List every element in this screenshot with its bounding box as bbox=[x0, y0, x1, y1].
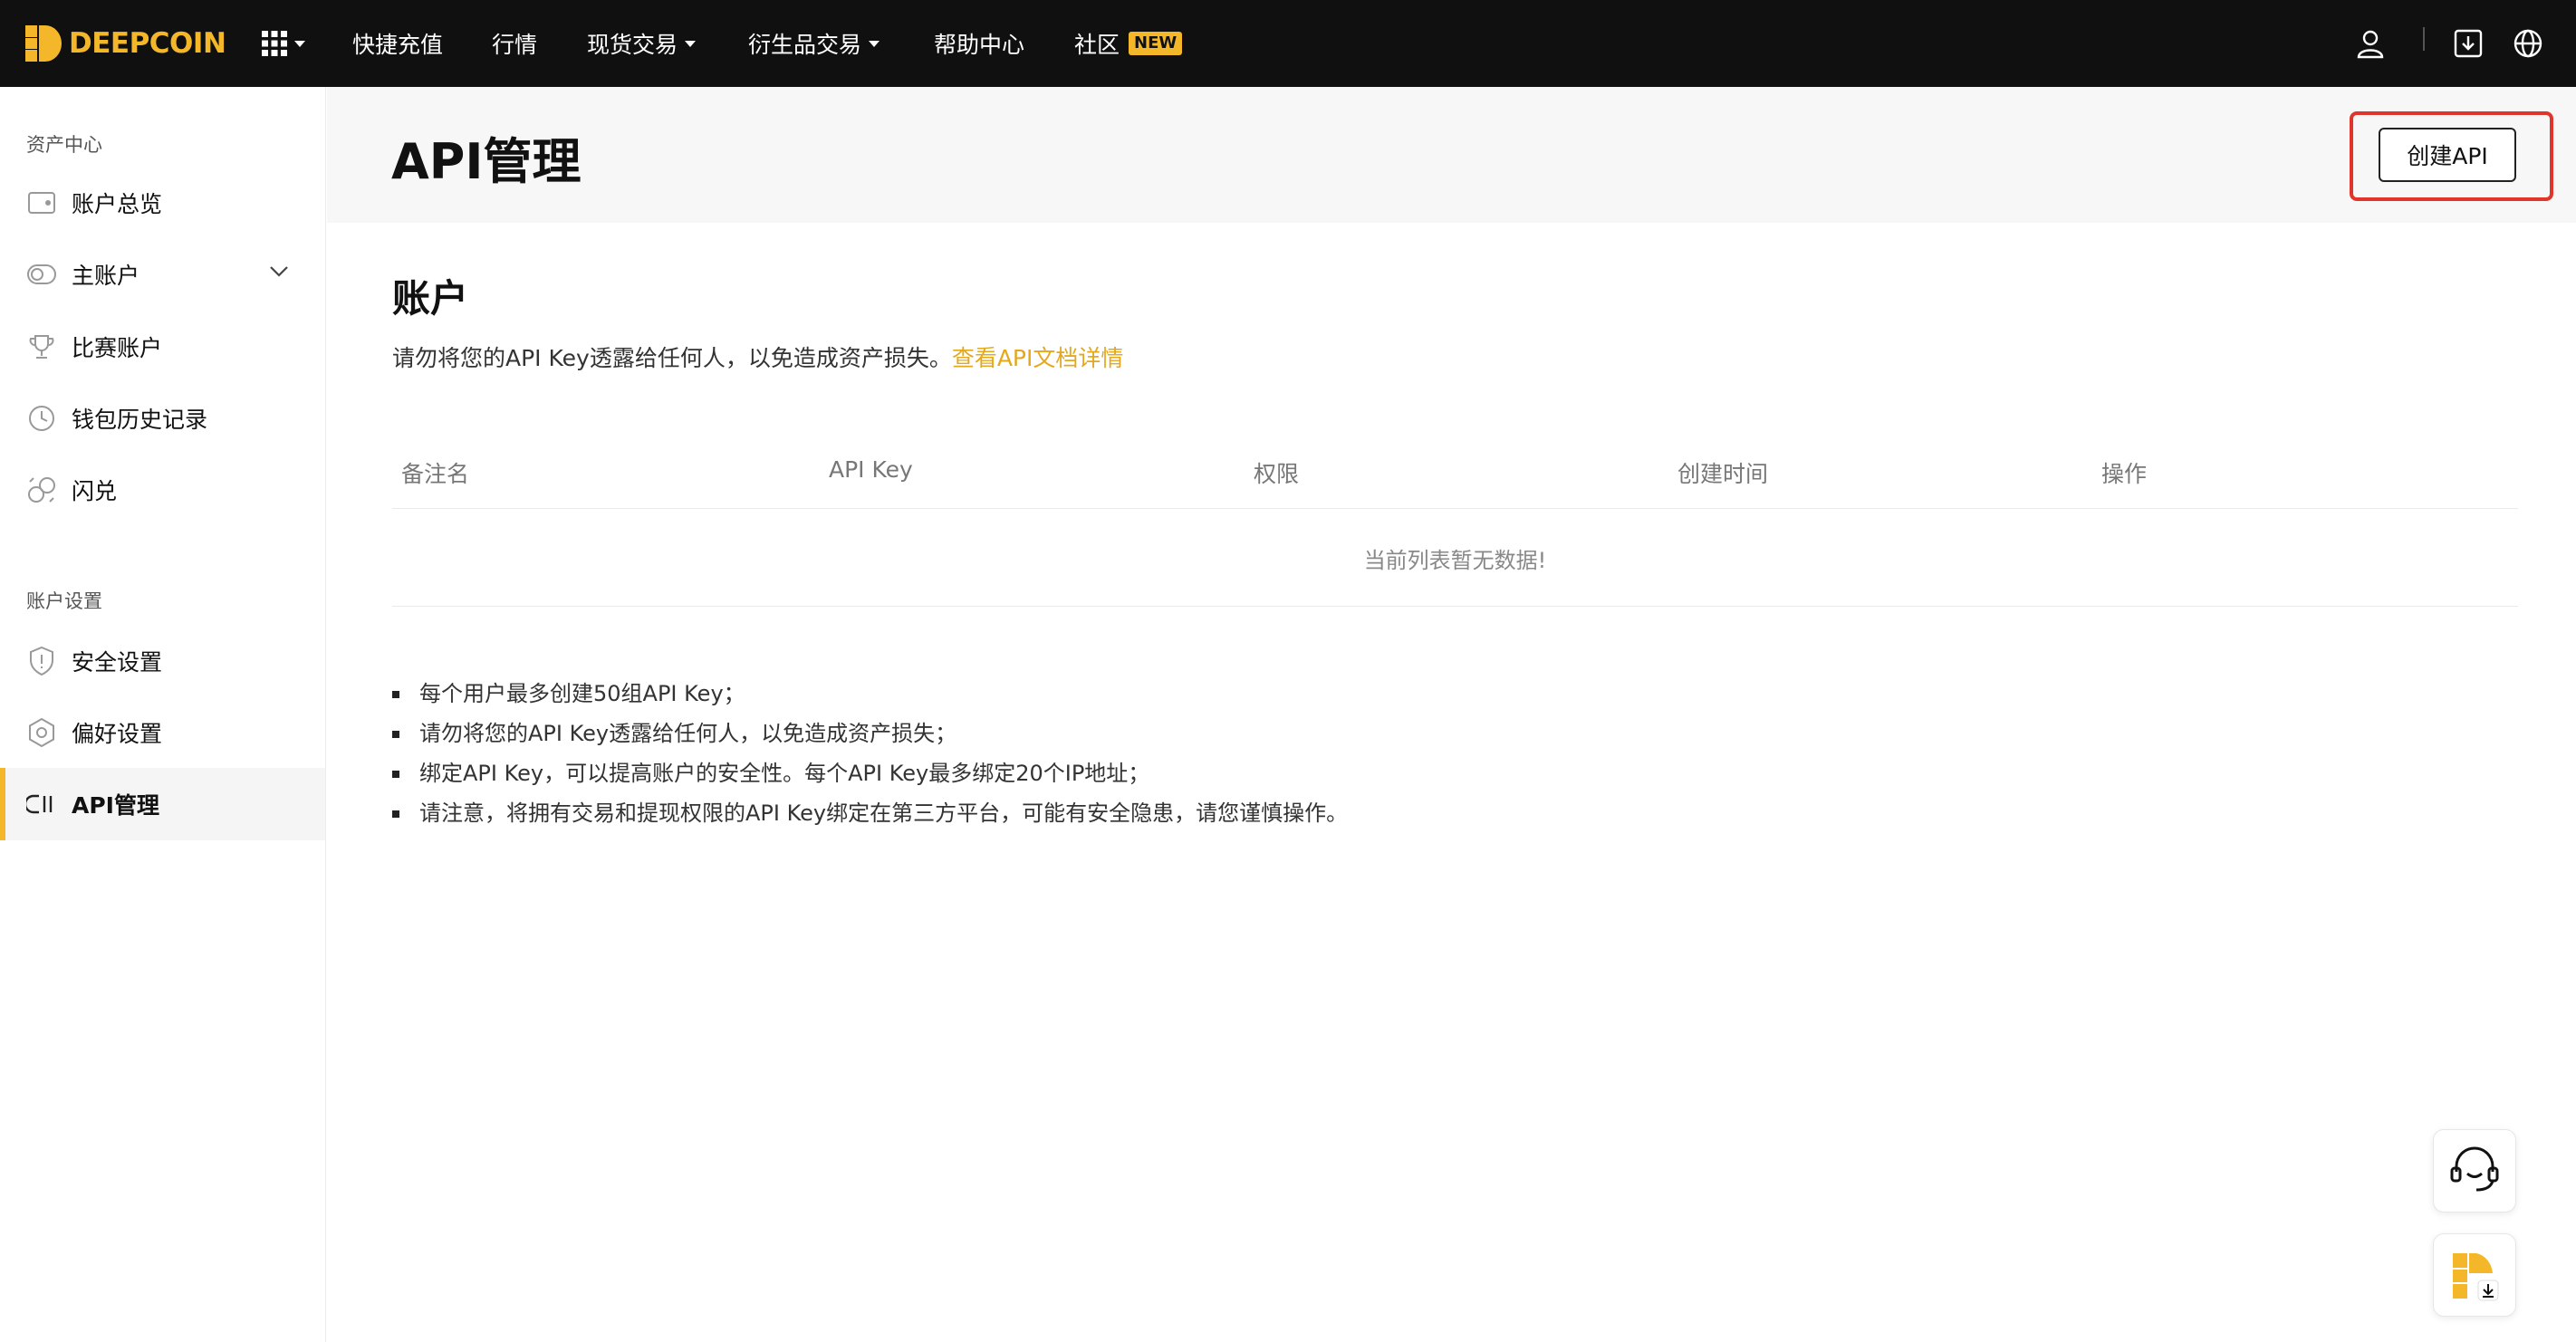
brand-name: DEEPCOIN bbox=[69, 27, 226, 60]
list-item: 每个用户最多创建50组API Key； bbox=[392, 674, 1348, 714]
wallet-icon bbox=[25, 187, 58, 219]
clock-icon bbox=[25, 402, 58, 435]
sidebar-group-title: 账户设置 bbox=[26, 590, 102, 612]
column-header: 备注名 bbox=[401, 461, 470, 487]
api-table-header: 备注名 API Key 权限 创建时间 操作 bbox=[392, 431, 2518, 509]
list-item: 请注意，将拥有交易和提现权限的API Key绑定在第三方平台，可能有安全隐患，请… bbox=[392, 793, 1348, 833]
user-account-button[interactable] bbox=[2347, 20, 2394, 67]
column-header: 操作 bbox=[2101, 461, 2148, 487]
toggle-icon bbox=[25, 258, 58, 291]
column-header: API Key bbox=[829, 456, 913, 483]
apps-grid-icon bbox=[262, 31, 288, 56]
column-header: 权限 bbox=[1254, 461, 1300, 487]
top-navigation-bar: DEEPCOIN 快捷充值 行情 现货交易 衍生品交易 帮助中心 社区 NEW bbox=[0, 0, 2576, 87]
notice-text: 请勿将您的API Key透露给任何人，以免造成资产损失。 bbox=[392, 345, 952, 371]
user-icon bbox=[2357, 30, 2384, 59]
sidebar-group-title: 资产中心 bbox=[26, 134, 102, 156]
nav-community[interactable]: 社区 NEW bbox=[1074, 0, 1183, 87]
trophy-icon bbox=[25, 331, 58, 363]
download-app-button[interactable] bbox=[2445, 20, 2492, 67]
download-icon bbox=[2454, 29, 2483, 58]
brand-logo[interactable]: DEEPCOIN bbox=[25, 0, 226, 87]
list-item: 绑定API Key，可以提高账户的安全性。每个API Key最多绑定20个IP地… bbox=[392, 753, 1348, 793]
column-header: 创建时间 bbox=[1677, 461, 1769, 487]
empty-state-text: 当前列表暂无数据! bbox=[1363, 547, 1547, 573]
apps-menu-button[interactable] bbox=[262, 0, 306, 87]
sidebar-item-main-account[interactable]: 主账户 bbox=[0, 238, 325, 311]
customer-service-icon bbox=[2450, 1146, 2499, 1192]
sidebar-item-api-management[interactable]: API管理 bbox=[0, 768, 325, 840]
nav-help-center[interactable]: 帮助中心 bbox=[934, 0, 1024, 87]
nav-derivatives[interactable]: 衍生品交易 bbox=[748, 0, 880, 87]
sidebar: 资产中心 账户总览 主账户 比赛账户 钱包历史记录 闪兑 账户设置 安全设置 偏… bbox=[0, 87, 326, 1342]
api-docs-link[interactable]: 查看API文档详情 bbox=[952, 345, 1124, 371]
nav-divider bbox=[2423, 27, 2425, 51]
api-icon bbox=[25, 788, 58, 820]
tips-list: 每个用户最多创建50组API Key； 请勿将您的API Key透露给任何人，以… bbox=[392, 674, 1348, 833]
app-download-button[interactable] bbox=[2433, 1233, 2516, 1317]
caret-down-icon bbox=[294, 40, 306, 47]
sidebar-item-security[interactable]: 安全设置 bbox=[0, 625, 325, 697]
customer-service-button[interactable] bbox=[2433, 1129, 2516, 1213]
sidebar-item-preferences[interactable]: 偏好设置 bbox=[0, 696, 325, 769]
app-download-icon bbox=[2453, 1253, 2499, 1301]
sidebar-item-account-overview[interactable]: 账户总览 bbox=[0, 167, 325, 239]
caret-down-icon bbox=[869, 40, 880, 47]
table-empty-state: 当前列表暂无数据! bbox=[392, 510, 2518, 607]
globe-icon bbox=[2514, 29, 2542, 58]
caret-down-icon bbox=[685, 40, 697, 47]
sidebar-item-wallet-history[interactable]: 钱包历史记录 bbox=[0, 382, 325, 455]
nav-markets[interactable]: 行情 bbox=[492, 0, 537, 87]
create-api-button[interactable]: 创建API bbox=[2379, 128, 2516, 182]
new-badge: NEW bbox=[1129, 32, 1183, 55]
sidebar-item-flash-swap[interactable]: 闪兑 bbox=[0, 454, 325, 526]
shield-icon bbox=[25, 645, 58, 677]
deepcoin-logo-icon bbox=[25, 25, 62, 62]
nav-quick-deposit[interactable]: 快捷充值 bbox=[352, 0, 443, 87]
nav-spot-trading[interactable]: 现货交易 bbox=[587, 0, 697, 87]
page-title: API管理 bbox=[391, 133, 582, 190]
exchange-icon bbox=[25, 474, 58, 506]
page-header: API管理 bbox=[327, 87, 2576, 223]
list-item: 请勿将您的API Key透露给任何人，以免造成资产损失； bbox=[392, 714, 1348, 753]
language-button[interactable] bbox=[2504, 20, 2552, 67]
section-title: 账户 bbox=[392, 276, 469, 321]
security-notice: 请勿将您的API Key透露给任何人，以免造成资产损失。查看API文档详情 bbox=[392, 340, 1123, 373]
hexagon-icon bbox=[25, 716, 58, 749]
chevron-down-icon[interactable] bbox=[269, 265, 289, 278]
sidebar-item-competition-account[interactable]: 比赛账户 bbox=[0, 311, 325, 383]
